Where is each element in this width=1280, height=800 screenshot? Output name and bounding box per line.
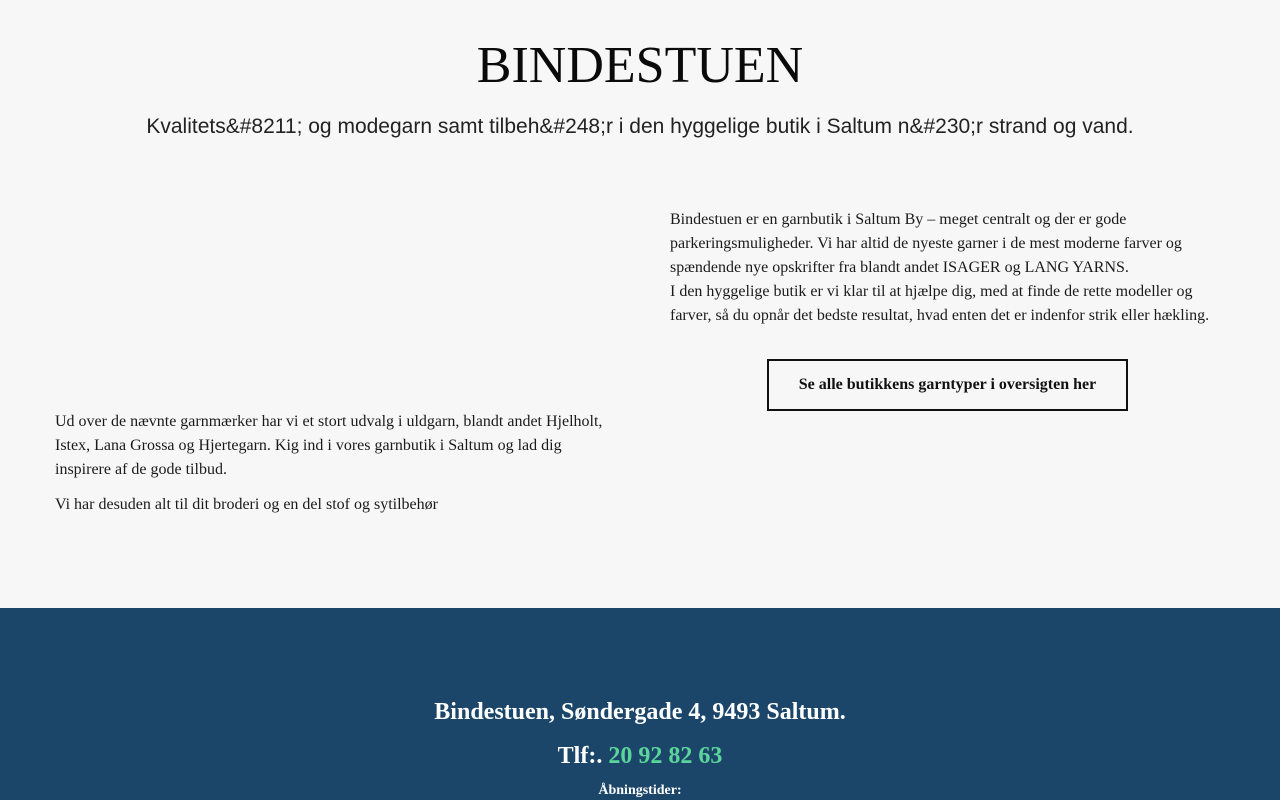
footer-phone-line: Tlf:. 20 92 82 63 <box>0 740 1280 772</box>
intro-text-column: Bindestuen er en garnbutik i Saltum By –… <box>670 208 1230 328</box>
yarn-overview-button[interactable]: Se alle butikkens garntyper i oversigten… <box>767 359 1128 411</box>
brands-text-column: Ud over de nævnte garnmærker har vi et s… <box>55 410 615 528</box>
phone-label: Tlf:. <box>557 743 603 769</box>
phone-number-link[interactable]: 20 92 82 63 <box>608 743 722 769</box>
site-title[interactable]: BINDESTUEN <box>0 34 1280 98</box>
intro-paragraph: Bindestuen er en garnbutik i Saltum By –… <box>670 211 1182 276</box>
site-footer: Bindestuen, Søndergade 4, 9493 Saltum. T… <box>0 608 1280 800</box>
site-tagline: Kvalitets&#8211; og modegarn samt tilbeh… <box>146 115 1134 138</box>
footer-address: Bindestuen, Søndergade 4, 9493 Saltum. <box>434 699 846 725</box>
embroidery-paragraph: Vi har desuden alt til dit broderi og en… <box>55 496 438 513</box>
brands-paragraph: Ud over de nævnte garnmærker har vi et s… <box>55 413 603 478</box>
opening-hours-label: Åbningstider: <box>598 783 682 798</box>
help-paragraph: I den hyggelige butik er vi klar til at … <box>670 283 1210 324</box>
